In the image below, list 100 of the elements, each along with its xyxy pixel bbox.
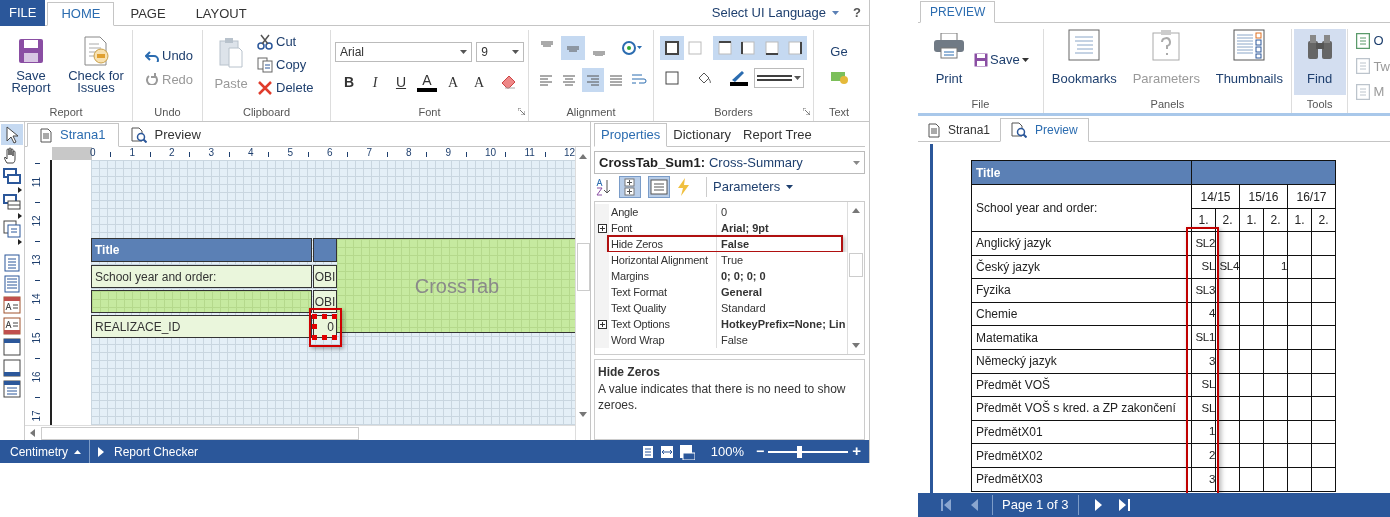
bold-button[interactable]: B bbox=[339, 72, 359, 92]
zoom-slider[interactable] bbox=[768, 445, 849, 458]
undo-button[interactable]: Undo bbox=[145, 46, 202, 66]
last-page-icon[interactable] bbox=[1118, 499, 1131, 511]
property-row[interactable]: Hide Zeros False bbox=[595, 236, 847, 252]
border-icon[interactable] bbox=[664, 70, 680, 86]
previous-page-icon[interactable] bbox=[970, 499, 978, 511]
property-row[interactable]: Margins 0; 0; 0; 0 bbox=[595, 268, 847, 284]
document-tab[interactable]: Preview bbox=[118, 123, 213, 147]
bands-icon[interactable] bbox=[1, 192, 23, 213]
table-icon[interactable] bbox=[1, 378, 23, 399]
panel-tab[interactable]: Dictionary bbox=[667, 123, 738, 147]
paint-bucket-icon[interactable] bbox=[696, 70, 712, 86]
top-border-icon[interactable] bbox=[713, 36, 737, 60]
property-row[interactable]: Font Arial; 9pt bbox=[595, 220, 847, 236]
scrollbar-thumb[interactable] bbox=[849, 253, 863, 277]
categories-icon[interactable] bbox=[619, 176, 641, 198]
text-box-icon[interactable] bbox=[1, 294, 23, 315]
document-tab[interactable]: Preview bbox=[1000, 118, 1089, 142]
ribbon-tab[interactable]: PREVIEW bbox=[920, 1, 996, 23]
ribbon-tab[interactable]: PAGE bbox=[116, 2, 180, 26]
line-style-dropdown[interactable] bbox=[754, 68, 804, 88]
property-value[interactable]: Standard bbox=[716, 300, 847, 316]
panel-tab[interactable]: Report Tree bbox=[737, 123, 818, 147]
rotate-icon[interactable] bbox=[621, 40, 643, 56]
copy-button[interactable]: Copy bbox=[257, 55, 314, 75]
property-value[interactable]: HotkeyPrefix=None; Lin bbox=[716, 316, 847, 332]
save-button[interactable]: Save bbox=[974, 50, 1029, 70]
expand-icon[interactable] bbox=[597, 319, 607, 329]
bands-icon[interactable] bbox=[1, 166, 23, 187]
grow-font-button[interactable]: A bbox=[443, 72, 463, 92]
line-color-icon[interactable] bbox=[728, 70, 748, 86]
property-value[interactable]: 0 bbox=[716, 204, 847, 220]
first-page-icon[interactable] bbox=[940, 499, 952, 511]
units-menu[interactable]: Centimetry bbox=[0, 440, 90, 463]
save-report-button[interactable]: Save Report bbox=[4, 30, 58, 103]
view-mode-button[interactable]: O bbox=[1356, 31, 1390, 51]
property-value[interactable]: True bbox=[716, 252, 847, 268]
list-view-icon[interactable] bbox=[648, 176, 670, 198]
ribbon-tab[interactable]: FILE bbox=[0, 0, 46, 26]
actual-size-icon[interactable] bbox=[678, 443, 695, 460]
header-band-icon[interactable] bbox=[1, 336, 23, 357]
bookmarks-button[interactable]: Bookmarks bbox=[1051, 29, 1117, 95]
caret-icon bbox=[832, 11, 840, 15]
underline-button[interactable]: U bbox=[391, 72, 411, 92]
font-name-dropdown[interactable]: Arial bbox=[335, 42, 473, 62]
document-tab[interactable]: Strana1 bbox=[27, 123, 119, 147]
document-tab[interactable]: Strana1 bbox=[918, 118, 1001, 142]
font-size-dropdown[interactable]: 9 bbox=[476, 42, 524, 62]
property-row[interactable]: Horizontal Alignment True bbox=[595, 252, 847, 268]
property-value[interactable]: False bbox=[716, 332, 847, 348]
property-value[interactable]: 0; 0; 0; 0 bbox=[716, 268, 847, 284]
text-box-icon[interactable] bbox=[1, 315, 23, 336]
crosstab-row-header: School year and order: bbox=[91, 265, 312, 288]
panel-tab[interactable]: Properties bbox=[594, 123, 668, 147]
table-cell: SL bbox=[1191, 373, 1216, 397]
next-page-icon[interactable] bbox=[1094, 499, 1103, 511]
cross-band-icon[interactable] bbox=[1, 218, 23, 239]
ribbon-tab[interactable]: HOME bbox=[47, 2, 115, 26]
ruler-number: 12 bbox=[564, 147, 575, 159]
language-menu[interactable]: Select UI Language bbox=[711, 3, 840, 23]
property-row[interactable]: Text Options HotkeyPrefix=None; Lin bbox=[595, 316, 847, 332]
cut-button[interactable]: Cut bbox=[257, 32, 314, 52]
slider-thumb[interactable] bbox=[796, 445, 802, 458]
page-width-icon[interactable] bbox=[658, 444, 675, 459]
property-value[interactable]: General bbox=[716, 284, 847, 300]
property-value[interactable]: Arial; 9pt bbox=[716, 220, 847, 236]
thumbnails-button[interactable]: Thumbnails bbox=[1215, 29, 1283, 95]
font-color-button[interactable]: A bbox=[417, 72, 437, 92]
find-button[interactable]: Find bbox=[1293, 29, 1346, 95]
zoom-out-button[interactable]: − bbox=[756, 441, 765, 462]
property-row[interactable]: Angle 0 bbox=[595, 204, 847, 220]
floppy-icon bbox=[974, 52, 988, 67]
ribbon-tab[interactable]: LAYOUT bbox=[181, 2, 261, 26]
scrollbar-thumb[interactable] bbox=[576, 243, 590, 291]
scrollbar-thumb[interactable] bbox=[41, 426, 359, 440]
parameters-menu[interactable]: Parameters bbox=[706, 177, 794, 197]
expand-icon[interactable] bbox=[597, 223, 607, 233]
right-border-icon[interactable] bbox=[783, 36, 807, 60]
property-row[interactable]: Text Quality Standard bbox=[595, 300, 847, 316]
zoom-in-button[interactable]: + bbox=[852, 440, 861, 463]
italic-button[interactable]: I bbox=[365, 72, 385, 92]
report-checker-button[interactable]: Report Checker bbox=[90, 442, 199, 461]
eraser-icon[interactable] bbox=[501, 75, 517, 89]
property-row[interactable]: Text Format General bbox=[595, 284, 847, 300]
delete-button[interactable]: Delete bbox=[257, 78, 314, 98]
text-group-button[interactable]: Ge bbox=[830, 42, 848, 62]
property-name: Margins bbox=[609, 268, 716, 284]
all-borders-icon[interactable] bbox=[660, 36, 684, 60]
help-button[interactable]: ? bbox=[853, 3, 861, 23]
footer-band-icon[interactable] bbox=[1, 357, 23, 378]
component-dropdown[interactable]: CrossTab_Sum1: Cross-Summary bbox=[594, 151, 865, 174]
property-row[interactable]: Word Wrap False bbox=[595, 332, 847, 348]
check-issues-button[interactable]: Check for Issues bbox=[64, 30, 128, 103]
shrink-font-button[interactable]: A bbox=[469, 72, 489, 92]
print-button[interactable]: Print bbox=[930, 29, 968, 89]
ruler-number: 11 bbox=[31, 175, 43, 189]
page-view-icon[interactable] bbox=[640, 444, 655, 459]
pointer-icon[interactable] bbox=[1, 124, 23, 145]
caret-icon bbox=[853, 160, 860, 165]
